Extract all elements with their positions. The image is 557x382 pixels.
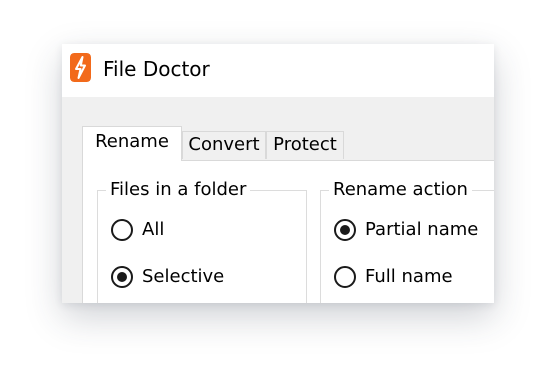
radio-label-selective: Selective [142,266,225,287]
screenshot-scene: File Doctor Rename Convert Protect Files… [0,0,557,382]
radio-option-selective[interactable]: Selective [111,263,224,291]
radio-option-partial-name[interactable]: Partial name [334,216,478,244]
rename-tab-panel: Files in a folder All Selective Rename a… [82,160,494,303]
tab-convert[interactable]: Convert [182,131,266,159]
rename-action-group: Rename action Partial name Full name [320,177,494,303]
files-in-folder-group: Files in a folder All Selective [97,177,307,303]
rename-action-legend: Rename action [329,177,472,203]
radio-button-all[interactable] [111,219,133,241]
app-window: File Doctor Rename Convert Protect Files… [62,44,494,303]
tab-protect[interactable]: Protect [266,131,344,159]
radio-label-full-name: Full name [365,266,453,287]
tab-rename[interactable]: Rename [82,126,182,161]
radio-button-full-name[interactable] [334,266,356,288]
radio-label-partial-name: Partial name [365,219,479,240]
radio-button-selective[interactable] [111,266,133,288]
files-in-folder-legend: Files in a folder [106,177,251,203]
lightning-bolt-icon [70,53,91,82]
radio-button-partial-name[interactable] [334,219,356,241]
window-title: File Doctor [103,57,210,81]
radio-option-all[interactable]: All [111,216,164,244]
radio-label-all: All [142,219,165,240]
title-bar: File Doctor [62,44,494,97]
radio-option-full-name[interactable]: Full name [334,263,453,291]
